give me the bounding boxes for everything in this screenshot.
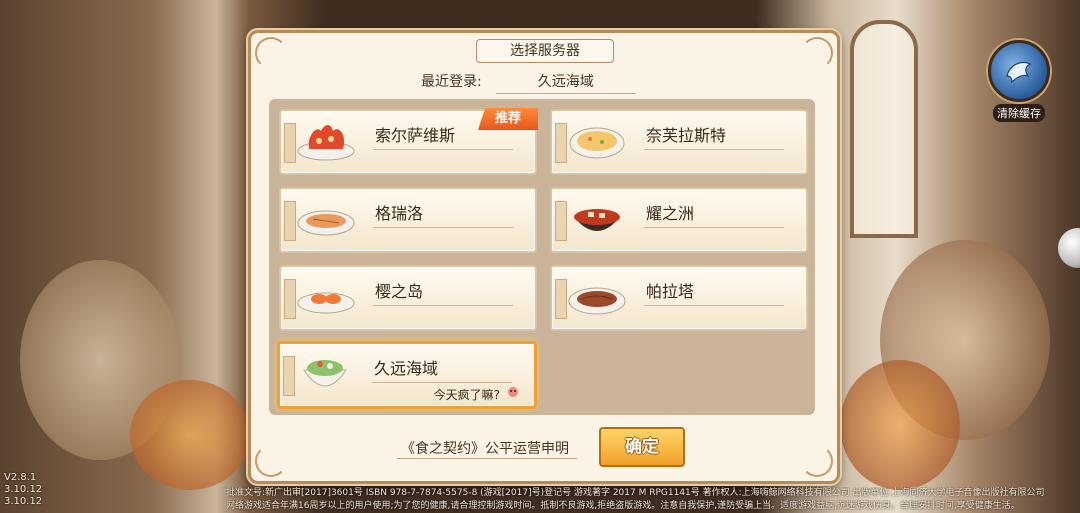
statement-underline	[397, 458, 577, 459]
recommend-badge: 推荐	[478, 108, 538, 130]
clear-cache-button[interactable]: 清除缓存	[988, 40, 1050, 122]
window-decoration	[850, 20, 918, 238]
lobster-platter-icon	[297, 125, 355, 161]
confirm-button[interactable]: 确定	[599, 427, 685, 467]
recent-login-value: 久远海域	[495, 71, 636, 94]
version-label: 3.10.12	[4, 484, 43, 495]
server-name: 奈芙拉斯特	[646, 126, 727, 145]
corner-ornament	[255, 37, 287, 69]
fried-fish-icon	[297, 210, 355, 236]
clear-cache-label: 清除缓存	[993, 104, 1045, 122]
server-name: 耀之洲	[646, 204, 695, 223]
server-subtitle: 今天疯了嘛?	[433, 388, 500, 402]
version-label: V2.8.1	[4, 472, 37, 483]
corner-ornament	[801, 37, 833, 69]
health-advisory: 网络游戏适合年满16周岁以上的用户使用;为了您的健康,请合理控制游戏时间。抵制不…	[226, 501, 1020, 511]
server-card-sorsavis[interactable]: 索尔萨维斯 推荐	[279, 108, 538, 175]
corner-ornament	[801, 445, 833, 477]
server-card-parata[interactable]: 帕拉塔	[550, 265, 808, 331]
server-name: 索尔萨维斯	[375, 126, 456, 145]
server-card-jiuyuan-sea[interactable]: 久远海域 今天疯了嘛?	[277, 341, 537, 409]
dialog-title: 选择服务器	[476, 39, 614, 63]
server-list-panel: 索尔萨维斯 推荐 奈芙拉斯特 格瑞洛 耀之洲 樱之岛 帕拉塔 久远海域 今天疯了…	[269, 99, 815, 415]
recent-login-label: 最近登录:	[421, 74, 482, 90]
sashimi-icon	[297, 292, 355, 314]
side-float-button[interactable]	[1058, 228, 1080, 268]
name-underline	[373, 149, 513, 150]
version-label: 3.10.12	[4, 496, 43, 507]
name-underline	[644, 305, 784, 306]
fair-operation-statement-link[interactable]: 《食之契约》公平运营申明	[401, 438, 569, 458]
scene-decoration	[130, 380, 250, 490]
publishing-info: 批准文号:新广出审[2017]3601号 ISBN 978-7-7874-557…	[226, 488, 1045, 498]
dolphin-icon	[988, 40, 1050, 102]
server-select-dialog: 选择服务器 最近登录: 久远海域 索尔萨维斯 推荐 奈芙拉斯特 格瑞洛 耀之洲 …	[248, 30, 840, 484]
salad-bowl-icon	[303, 360, 347, 387]
name-underline	[372, 382, 512, 383]
server-card-nephrast[interactable]: 奈芙拉斯特	[550, 109, 808, 175]
scene-decoration	[840, 360, 960, 490]
server-name: 久远海域	[374, 359, 439, 378]
fried-rice-icon	[569, 127, 625, 159]
name-underline	[644, 227, 784, 228]
octopus-icon	[508, 387, 518, 397]
name-underline	[644, 149, 784, 150]
mapo-tofu-icon	[574, 209, 620, 231]
name-underline	[373, 227, 513, 228]
server-name: 帕拉塔	[646, 282, 695, 301]
corner-ornament	[255, 445, 287, 477]
name-underline	[373, 305, 513, 306]
roast-meat-icon	[568, 287, 626, 315]
server-card-yaozhizhou[interactable]: 耀之洲	[550, 187, 808, 253]
server-card-grello[interactable]: 格瑞洛	[279, 187, 537, 253]
server-name: 格瑞洛	[375, 204, 424, 223]
server-name: 樱之岛	[375, 282, 424, 301]
recent-login-row: 最近登录: 久远海域	[421, 71, 636, 94]
server-card-sakura-island[interactable]: 樱之岛	[279, 265, 537, 331]
